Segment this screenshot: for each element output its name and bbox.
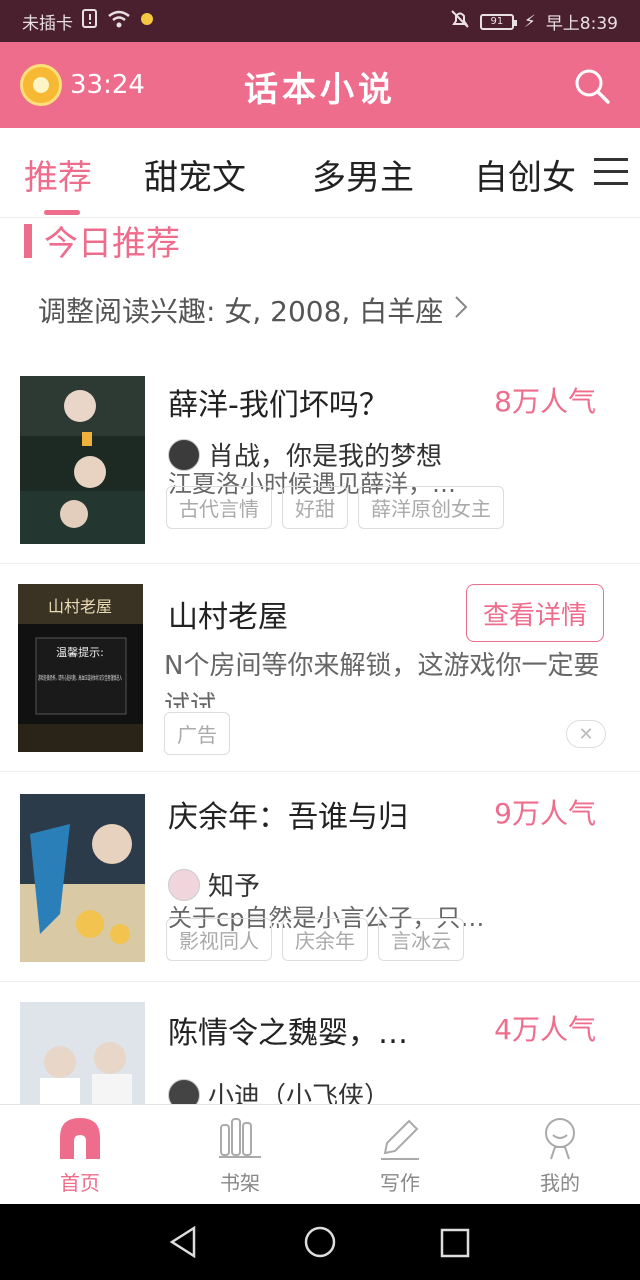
book-card[interactable]: 陈情令之魏婴，… 4万人气 小迪（小飞侠） xyxy=(0,982,640,1104)
section-title: 今日推荐 xyxy=(24,216,180,265)
sim-alert-icon xyxy=(81,9,99,34)
tag[interactable]: 好甜 xyxy=(282,486,348,529)
close-icon[interactable]: ✕ xyxy=(566,720,606,748)
nav-home-label: 首页 xyxy=(60,1171,100,1195)
book-author: 小迪（小飞侠） xyxy=(168,1076,390,1104)
nav-profile[interactable]: 我的 xyxy=(520,1115,600,1196)
section-title-text: 今日推荐 xyxy=(44,224,180,264)
ad-title: 山村老屋 xyxy=(168,600,288,635)
author-avatar xyxy=(168,868,200,901)
tag[interactable]: 言冰云 xyxy=(378,918,464,961)
menu-icon[interactable] xyxy=(594,158,628,188)
app-header: 33:24 话本小说 xyxy=(0,42,640,128)
tag[interactable]: 薛洋原创女主 xyxy=(358,486,504,529)
tag[interactable]: 古代言情 xyxy=(166,486,272,529)
nav-home[interactable]: 首页 xyxy=(40,1115,120,1196)
mute-icon xyxy=(450,9,470,34)
tab-recommend[interactable]: 推荐 xyxy=(24,150,92,199)
ad-label: 广告 xyxy=(164,712,230,755)
book-title: 陈情令之魏婴，… xyxy=(168,1016,408,1051)
nav-bookshelf[interactable]: 书架 xyxy=(200,1115,280,1196)
notification-icon xyxy=(139,11,155,32)
popularity: 9万人气 xyxy=(494,797,596,830)
chevron-right-icon xyxy=(453,293,469,328)
battery-icon: 91 xyxy=(479,13,517,30)
book-cover xyxy=(20,794,145,962)
book-card[interactable]: 庆余年：吾谁与归 9万人气 知予 关于cp自然是小言公子，只… 影视同人 庆余年… xyxy=(0,772,640,982)
book-card[interactable]: 薛洋-我们坏吗？ 8万人气 肖战，你是我的梦想 江夏洛小时候遇见薛洋，… 古代言… xyxy=(0,360,640,564)
interest-text: 调整阅读兴趣: 女, 2008, 白羊座 xyxy=(38,295,444,328)
view-details-button[interactable]: 查看详情 xyxy=(466,584,604,642)
bottom-nav: 首页 书架 写作 我的 xyxy=(0,1104,640,1204)
tag[interactable]: 庆余年 xyxy=(282,918,368,961)
cover-warning-title: 温馨提示: xyxy=(56,645,104,659)
author-avatar xyxy=(168,1078,200,1104)
book-cover xyxy=(20,1002,145,1104)
section-accent-bar xyxy=(24,223,32,258)
cover-warning-text: 游戏轻微恐怖，请有心脏问题、高血压或身体状况欠佳者谨慎进入 xyxy=(38,674,122,682)
profile-icon xyxy=(537,1115,583,1161)
popularity: 4万人气 xyxy=(494,1013,596,1046)
cover-title: 山村老屋 xyxy=(48,598,112,616)
clock: 早上8:39 xyxy=(545,14,618,34)
back-icon[interactable] xyxy=(168,1225,200,1262)
book-cover xyxy=(20,376,145,544)
tab-original-female[interactable]: 自创女 xyxy=(474,150,576,199)
book-title: 薛洋-我们坏吗？ xyxy=(168,388,389,423)
wifi-icon xyxy=(107,10,131,33)
ad-cover: 山村老屋 温馨提示: 游戏轻微恐怖，请有心脏问题、高血压或身体状况欠佳者谨慎进入 xyxy=(18,584,143,752)
app-title: 话本小说 xyxy=(244,70,396,110)
bookshelf-icon xyxy=(217,1115,263,1161)
tag[interactable]: 影视同人 xyxy=(166,918,272,961)
system-nav-bar xyxy=(0,1204,640,1280)
carrier-label: 未插卡 xyxy=(22,14,73,34)
nav-bookshelf-label: 书架 xyxy=(220,1171,260,1195)
home-circle-icon[interactable] xyxy=(304,1226,336,1262)
tab-multi-male-lead[interactable]: 多男主 xyxy=(312,150,414,199)
tab-indicator xyxy=(44,210,80,215)
pencil-icon xyxy=(377,1115,423,1161)
tag-list: 古代言情 好甜 薛洋原创女主 xyxy=(166,486,504,529)
home-icon xyxy=(57,1115,103,1161)
author-name: 小迪（小飞侠） xyxy=(208,1082,391,1104)
category-tabs: 推荐 甜宠文 多男主 自创女 xyxy=(0,128,640,218)
nav-profile-label: 我的 xyxy=(540,1171,580,1195)
tab-sweet[interactable]: 甜宠文 xyxy=(144,150,246,199)
nav-write-label: 写作 xyxy=(380,1171,420,1195)
tag-list: 影视同人 庆余年 言冰云 xyxy=(166,918,464,961)
search-icon[interactable] xyxy=(572,66,612,106)
adjust-interest-link[interactable]: 调整阅读兴趣: 女, 2008, 白羊座 xyxy=(38,290,469,330)
nav-write[interactable]: 写作 xyxy=(360,1115,440,1196)
ad-description: N个房间等你来解锁，这游戏你一定要试试 xyxy=(164,651,600,708)
recents-icon[interactable] xyxy=(440,1228,470,1262)
ad-card[interactable]: 山村老屋 温馨提示: 游戏轻微恐怖，请有心脏问题、高血压或身体状况欠佳者谨慎进入… xyxy=(0,564,640,772)
charging-icon: ⚡ xyxy=(523,11,536,32)
book-title: 庆余年：吾谁与归 xyxy=(168,800,408,835)
status-bar: 未插卡 91 ⚡ 早上8:39 xyxy=(0,0,640,42)
popularity: 8万人气 xyxy=(494,385,596,418)
